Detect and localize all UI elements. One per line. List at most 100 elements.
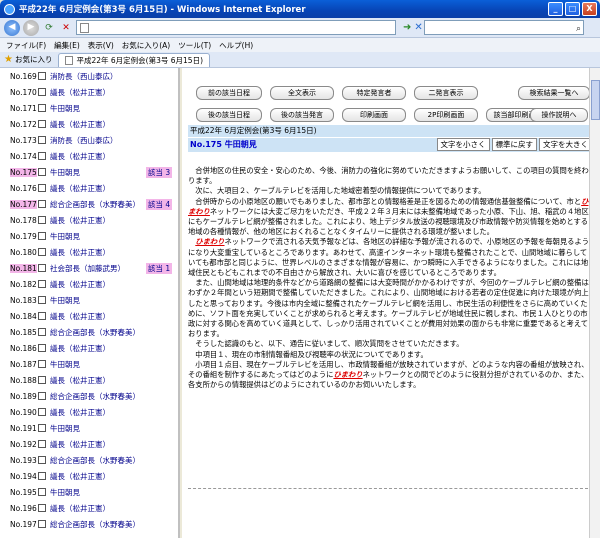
list-item-speaker-link[interactable]: 議長（松井正憲） xyxy=(50,439,110,450)
list-item-speaker-link[interactable]: 議長（松井正憲） xyxy=(50,311,110,322)
address-input[interactable] xyxy=(76,20,396,35)
list-item-speaker-link[interactable]: 牛田朝見 xyxy=(50,167,80,178)
list-item[interactable]: No.196 議長（松井正憲） xyxy=(0,500,178,516)
prev-meeting-button[interactable]: 前の該当日程 xyxy=(196,86,262,100)
list-item-speaker-link[interactable]: 牛田朝見 xyxy=(50,359,80,370)
list-item[interactable]: No.169 消防長（西山泰広） xyxy=(0,68,178,84)
list-item-checkbox[interactable] xyxy=(38,456,46,464)
list-item-checkbox[interactable] xyxy=(38,200,46,208)
refresh-small-icon[interactable]: ⟳ xyxy=(42,21,56,35)
scrollbar-thumb[interactable] xyxy=(591,80,600,120)
list-item-checkbox[interactable] xyxy=(38,120,46,128)
maximize-button[interactable]: □ xyxy=(565,2,580,16)
list-item-speaker-link[interactable]: 牛田朝見 xyxy=(50,487,80,498)
minimize-button[interactable]: _ xyxy=(548,2,563,16)
next-meeting-button[interactable]: 後の該当日程 xyxy=(196,108,262,122)
list-item[interactable]: No.186 議長（松井正憲） xyxy=(0,340,178,356)
list-item[interactable]: No.183 牛田朝見 xyxy=(0,292,178,308)
content-scrollbar[interactable] xyxy=(589,68,600,538)
list-item-speaker-link[interactable]: 牛田朝見 xyxy=(50,231,80,242)
list-item-checkbox[interactable] xyxy=(38,136,46,144)
menu-edit[interactable]: 編集(E) xyxy=(54,40,80,51)
list-item-speaker-link[interactable]: 議長（松井正憲） xyxy=(50,343,110,354)
print-screen-button[interactable]: 印刷画面 xyxy=(342,108,406,122)
list-item[interactable]: No.176 議長（松井正憲） xyxy=(0,180,178,196)
tab-active[interactable]: 平成22年 6月定例会(第3号 6月15日) xyxy=(58,52,210,67)
go-icon[interactable]: ➜ xyxy=(403,22,411,33)
list-item[interactable]: No.171 牛田朝見 xyxy=(0,100,178,116)
stop-icon[interactable]: ✕ xyxy=(59,21,73,35)
list-item-speaker-link[interactable]: 議長（松井正憲） xyxy=(50,407,110,418)
back-icon[interactable]: ◀ xyxy=(4,19,20,36)
list-item-checkbox[interactable] xyxy=(38,296,46,304)
list-item[interactable]: No.192 議長（松井正憲） xyxy=(0,436,178,452)
list-item[interactable]: No.185 総合企画部長（水野春美） xyxy=(0,324,178,340)
list-item-checkbox[interactable] xyxy=(38,408,46,416)
list-item[interactable]: No.195 牛田朝見 xyxy=(0,484,178,500)
list-item-speaker-link[interactable]: 牛田朝見 xyxy=(50,423,80,434)
refresh-icon[interactable]: ✕ xyxy=(414,22,422,33)
menu-help[interactable]: ヘルプ(H) xyxy=(219,40,253,51)
help-button[interactable]: 操作説明へ xyxy=(530,108,588,122)
forward-icon[interactable]: ▶ xyxy=(23,19,39,36)
list-item[interactable]: No.188 議長（松井正憲） xyxy=(0,372,178,388)
list-item-speaker-link[interactable]: 議長（松井正憲） xyxy=(50,215,110,226)
list-item[interactable]: No.189 総合企画部長（水野春美） xyxy=(0,388,178,404)
list-item-checkbox[interactable] xyxy=(38,280,46,288)
two-col-button[interactable]: 二発言表示 xyxy=(414,86,478,100)
list-item-checkbox[interactable] xyxy=(38,440,46,448)
list-item-checkbox[interactable] xyxy=(38,104,46,112)
close-button[interactable]: X xyxy=(582,2,597,16)
menu-tools[interactable]: ツール(T) xyxy=(178,40,211,51)
list-item-speaker-link[interactable]: 議長（松井正憲） xyxy=(50,279,110,290)
list-item[interactable]: No.190 議長（松井正憲） xyxy=(0,404,178,420)
search-input[interactable]: ⌕ xyxy=(424,20,584,35)
list-item[interactable]: No.180 議長（松井正憲） xyxy=(0,244,178,260)
font-std-button[interactable]: 標準に戻す xyxy=(491,138,537,151)
list-item-checkbox[interactable] xyxy=(38,488,46,496)
list-item[interactable]: No.173 消防長（西山泰広） xyxy=(0,132,178,148)
list-item-checkbox[interactable] xyxy=(38,392,46,400)
list-item-speaker-link[interactable]: 総合企画部長（水野春美） xyxy=(50,519,140,530)
list-item[interactable]: No.182 議長（松井正憲） xyxy=(0,276,178,292)
list-item-speaker-link[interactable]: 議長（松井正憲） xyxy=(50,183,110,194)
list-item-speaker-link[interactable]: 議長（松井正憲） xyxy=(50,503,110,514)
list-item-checkbox[interactable] xyxy=(38,152,46,160)
search-icon[interactable]: ⌕ xyxy=(576,24,581,34)
list-item-speaker-link[interactable]: 総合企画部長（水野春美） xyxy=(50,327,140,338)
next-speech-button[interactable]: 後の該当発言 xyxy=(270,108,334,122)
menu-file[interactable]: ファイル(F) xyxy=(6,40,46,51)
list-item-speaker-link[interactable]: 牛田朝見 xyxy=(50,295,80,306)
list-item-checkbox[interactable] xyxy=(38,360,46,368)
list-item[interactable]: No.172 議長（松井正憲） xyxy=(0,116,178,132)
list-item[interactable]: No.178 議長（松井正憲） xyxy=(0,212,178,228)
list-item[interactable]: No.197 総合企画部長（水野春美） xyxy=(0,516,178,532)
list-item-checkbox[interactable] xyxy=(38,184,46,192)
list-item[interactable]: No.177 総合企画部長（水野春美） 該当 4 xyxy=(0,196,178,212)
list-item-checkbox[interactable] xyxy=(38,424,46,432)
list-item-checkbox[interactable] xyxy=(38,232,46,240)
list-item[interactable]: No.179 牛田朝見 xyxy=(0,228,178,244)
list-item-checkbox[interactable] xyxy=(38,328,46,336)
list-item-checkbox[interactable] xyxy=(38,248,46,256)
list-item-checkbox[interactable] xyxy=(38,88,46,96)
list-item-checkbox[interactable] xyxy=(38,264,46,272)
full-view-button[interactable]: 全文表示 xyxy=(270,86,334,100)
list-item-speaker-link[interactable]: 議長（松井正憲） xyxy=(50,471,110,482)
list-item-speaker-link[interactable]: 議長（松井正憲） xyxy=(50,247,110,258)
list-item-checkbox[interactable] xyxy=(38,344,46,352)
list-item-speaker-link[interactable]: 社会部長（加藤武男） xyxy=(50,263,125,274)
list-item[interactable]: No.175 牛田朝見 該当 3 xyxy=(0,164,178,180)
list-item-speaker-link[interactable]: 議長（松井正憲） xyxy=(50,87,110,98)
list-item[interactable]: No.194 議長（松井正憲） xyxy=(0,468,178,484)
list-item-speaker-link[interactable]: 議長（松井正憲） xyxy=(50,119,110,130)
search-list-button[interactable]: 検索結果一覧へ xyxy=(518,86,590,100)
list-item[interactable]: No.174 議長（松井正憲） xyxy=(0,148,178,164)
list-item-checkbox[interactable] xyxy=(38,72,46,80)
list-item-speaker-link[interactable]: 総合企画部長（水野春美） xyxy=(50,199,140,210)
list-item-checkbox[interactable] xyxy=(38,168,46,176)
list-item[interactable]: No.193 総合企画部長（水野春美） xyxy=(0,452,178,468)
list-item-speaker-link[interactable]: 総合企画部長（水野春美） xyxy=(50,455,140,466)
list-item-checkbox[interactable] xyxy=(38,472,46,480)
list-item-speaker-link[interactable]: 消防長（西山泰広） xyxy=(50,135,118,146)
